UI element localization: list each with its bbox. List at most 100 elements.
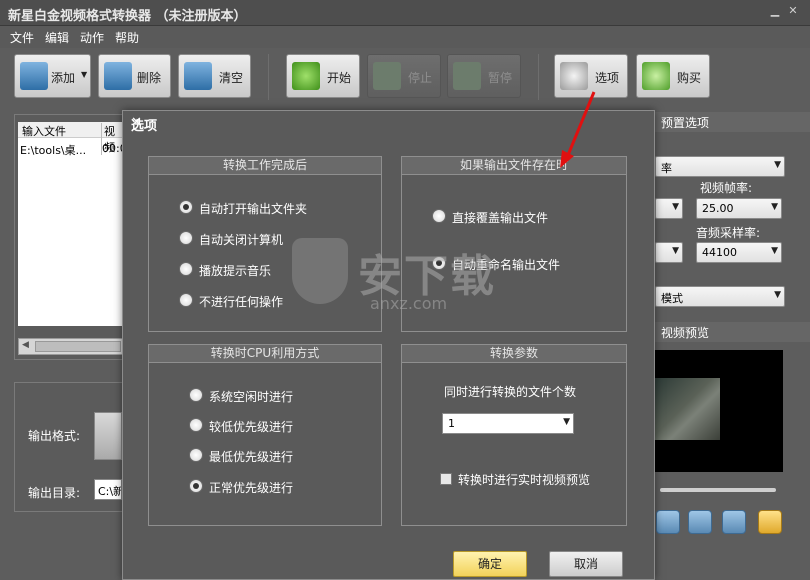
output-format-label: 输出格式: <box>28 429 81 443</box>
mode-value: 模式 <box>661 292 683 305</box>
stop-label: 停止 <box>408 71 433 85</box>
options-dialog: 选项 ✕ 转换工作完成后 自动打开输出文件夹 自动关闭计算机 播放提示音乐 不进… <box>122 110 655 580</box>
preview-slider[interactable] <box>660 488 776 492</box>
horizontal-scrollbar[interactable]: ◀ <box>18 338 125 355</box>
file-list[interactable]: 输入文件 视频 E:\tools\桌... 00:0 <box>18 122 127 326</box>
chevron-down-icon: ▼ <box>774 160 781 170</box>
shield-logo-icon <box>292 238 348 304</box>
annotation-arrow-icon <box>560 91 596 168</box>
preset-select[interactable]: 率 ▼ <box>655 156 785 177</box>
video-preview <box>655 350 783 472</box>
group-convert-params-title: 转换参数 <box>402 345 626 363</box>
clear-film-icon <box>184 62 212 90</box>
group-after-conversion-title: 转换工作完成后 <box>149 157 381 175</box>
refresh-icon <box>292 62 320 90</box>
radio-dot[interactable] <box>189 418 203 432</box>
folder-button[interactable] <box>758 510 782 534</box>
radio-dot[interactable] <box>189 448 203 462</box>
ok-button[interactable]: 确定 <box>453 551 527 577</box>
close-icon[interactable]: ✕ <box>786 4 800 18</box>
concurrent-files-value: 1 <box>448 417 455 430</box>
toolbar-separator <box>268 54 269 100</box>
start-label: 开始 <box>327 71 352 85</box>
preview-header: 视频预览 <box>655 322 810 342</box>
gear-icon <box>560 62 588 90</box>
camera-button[interactable] <box>722 510 746 534</box>
options-label: 选项 <box>595 71 620 85</box>
fps-value: 25.00 <box>702 202 734 215</box>
minimize-icon[interactable]: ▁ <box>768 4 782 18</box>
radio-label: 自动打开输出文件夹 <box>199 202 308 216</box>
title-bar: 新星白金视频格式转换器 （未注册版本） ▁ ✕ <box>0 0 810 26</box>
col-input-file[interactable]: 输入文件 <box>22 123 66 139</box>
monitor-icon[interactable] <box>94 412 122 460</box>
preset-value: 率 <box>661 162 672 175</box>
file-row-name[interactable]: E:\tools\桌... <box>20 142 86 158</box>
add-label: 添加 <box>51 71 76 85</box>
radio-dot[interactable] <box>189 479 203 493</box>
radio-label: 播放提示音乐 <box>199 264 272 278</box>
volume-button[interactable] <box>688 510 712 534</box>
chevron-down-icon: ▼ <box>771 202 778 212</box>
menu-edit[interactable]: 编辑 <box>45 29 69 46</box>
radio-dot[interactable] <box>432 209 446 223</box>
preview-header-label: 视频预览 <box>661 326 710 340</box>
stop-icon <box>373 62 401 90</box>
scroll-thumb[interactable] <box>35 341 121 352</box>
chevron-down-icon: ▼ <box>672 202 679 212</box>
snapshot-button[interactable] <box>656 510 680 534</box>
add-button[interactable]: 添加 ▼ <box>14 54 91 98</box>
fps-label: 视频帧率: <box>700 181 753 195</box>
left-select-1[interactable]: ▼ <box>655 198 683 219</box>
menu-help[interactable]: 帮助 <box>115 29 139 46</box>
delete-button[interactable]: 删除 <box>98 54 171 98</box>
clear-label: 清空 <box>219 71 244 85</box>
stop-button[interactable]: 停止 <box>367 54 441 98</box>
start-button[interactable]: 开始 <box>286 54 360 98</box>
radio-label: 较低优先级进行 <box>209 420 294 434</box>
preview-checkbox[interactable] <box>440 473 452 485</box>
output-dir-input[interactable]: C:\新 <box>94 479 122 500</box>
add-film-icon <box>20 62 48 90</box>
radio-dot[interactable] <box>179 200 193 214</box>
chevron-down-icon: ▼ <box>563 417 570 427</box>
concurrent-files-select[interactable]: 1 ▼ <box>442 413 574 434</box>
mode-select[interactable]: 模式 ▼ <box>655 286 785 307</box>
chevron-down-icon: ▼ <box>771 246 778 256</box>
radio-label: 正常优先级进行 <box>209 481 294 495</box>
radio-dot[interactable] <box>179 262 193 276</box>
buy-button[interactable]: 购买 <box>636 54 710 98</box>
chevron-down-icon: ▼ <box>672 246 679 256</box>
delete-film-icon <box>104 62 132 90</box>
pause-button[interactable]: 暂停 <box>447 54 521 98</box>
sample-rate-select[interactable]: 44100 ▼ <box>696 242 782 263</box>
cancel-button[interactable]: 取消 <box>549 551 623 577</box>
pause-label: 暂停 <box>488 71 513 85</box>
pause-icon <box>453 62 481 90</box>
fps-select[interactable]: 25.00 ▼ <box>696 198 782 219</box>
left-select-2[interactable]: ▼ <box>655 242 683 263</box>
menu-action[interactable]: 动作 <box>80 29 104 46</box>
radio-label: 系统空闲时进行 <box>209 390 294 404</box>
scroll-left-icon[interactable]: ◀ <box>22 340 29 350</box>
radio-dot[interactable] <box>179 231 193 245</box>
clear-button[interactable]: 清空 <box>178 54 251 98</box>
preset-header: 预置选项 <box>655 112 810 132</box>
preview-frame-image <box>655 378 720 440</box>
dropdown-arrow-icon: ▼ <box>81 70 88 79</box>
menu-file[interactable]: 文件 <box>10 29 34 46</box>
window-title: 新星白金视频格式转换器 （未注册版本） <box>8 9 247 24</box>
toolbar: 添加 ▼ 删除 清空 开始 停止 暂停 选项 购买 <box>0 48 810 106</box>
group-convert-params: 转换参数 同时进行转换的文件个数 1 ▼ 转换时进行实时视频预览 <box>401 344 627 526</box>
file-list-header: 输入文件 视频 <box>18 122 125 155</box>
cart-icon <box>642 62 670 90</box>
menu-bar: 文件 编辑 动作 帮助 <box>0 26 810 48</box>
radio-dot[interactable] <box>179 293 193 307</box>
radio-dot[interactable] <box>189 388 203 402</box>
preset-header-label: 预置选项 <box>661 116 710 130</box>
radio-label: 不进行任何操作 <box>199 295 284 309</box>
radio-label: 最低优先级进行 <box>209 450 294 464</box>
group-cpu-usage: 转换时CPU利用方式 系统空闲时进行 较低优先级进行 最低优先级进行 正常优先级… <box>148 344 382 526</box>
sample-rate-label: 音频采样率: <box>696 226 761 240</box>
radio-label: 直接覆盖输出文件 <box>452 211 549 225</box>
